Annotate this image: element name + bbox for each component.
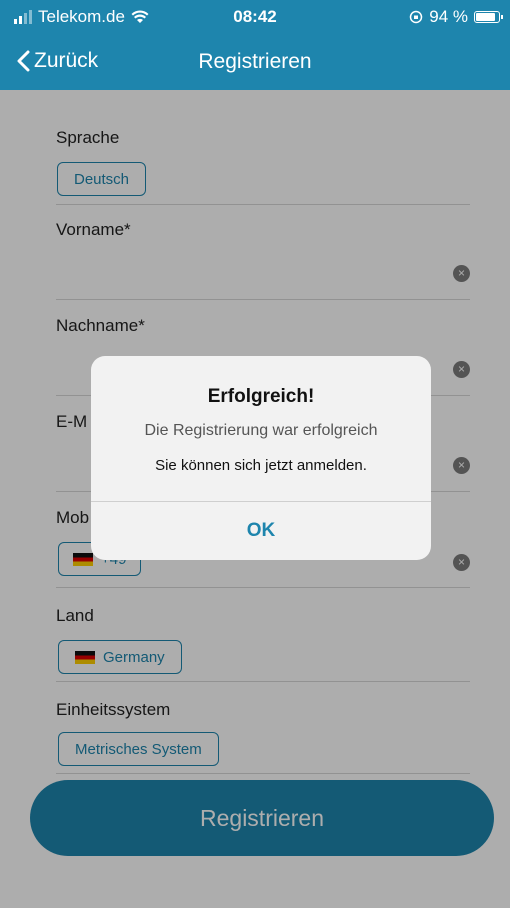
status-bar: Telekom.de 08:42 94 % xyxy=(0,0,510,35)
battery-icon xyxy=(474,11,503,23)
success-dialog: Erfolgreich! Die Registrierung war erfol… xyxy=(91,356,431,560)
ok-button[interactable]: OK xyxy=(91,501,431,560)
status-right: 94 % xyxy=(409,7,503,27)
battery-percent: 94 % xyxy=(429,7,468,26)
dialog-subtitle: Die Registrierung war erfolgreich xyxy=(144,422,378,439)
nav-bar: Zurück Registrieren xyxy=(0,35,510,90)
page-title: Registrieren xyxy=(198,50,312,73)
dialog-title: Erfolgreich! xyxy=(207,386,315,407)
orientation-lock-icon xyxy=(410,10,423,24)
dialog-message: Sie können sich jetzt anmelden. xyxy=(155,457,367,474)
